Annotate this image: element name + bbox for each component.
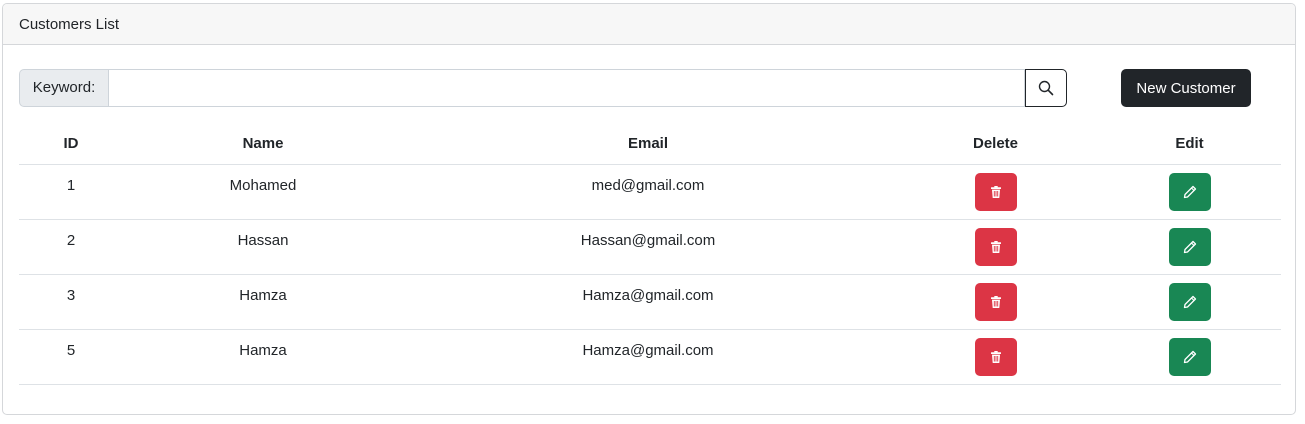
cell-id: 1 (19, 164, 123, 220)
col-header-delete: Delete (893, 124, 1098, 165)
table-row: 3 Hamza Hamza@gmail.com (19, 274, 1281, 330)
search-form: Keyword: (19, 69, 1067, 107)
edit-button[interactable] (1168, 172, 1211, 211)
cell-email: Hassan@gmail.com (403, 219, 893, 275)
cell-name: Hamza (123, 329, 403, 385)
search-icon (1038, 80, 1054, 96)
trash-icon (990, 295, 1001, 308)
col-header-email: Email (403, 124, 893, 165)
pencil-icon (1183, 185, 1196, 198)
delete-button[interactable] (974, 227, 1017, 266)
edit-button[interactable] (1168, 227, 1211, 266)
new-customer-button[interactable]: New Customer (1121, 69, 1251, 107)
cell-name: Hassan (123, 219, 403, 275)
customers-card: Customers List Keyword: New Customer ID … (2, 3, 1296, 415)
cell-email: med@gmail.com (403, 164, 893, 220)
search-button[interactable] (1025, 69, 1067, 107)
table-row: 1 Mohamed med@gmail.com (19, 164, 1281, 220)
col-header-edit: Edit (1098, 124, 1281, 165)
delete-button[interactable] (974, 337, 1017, 376)
trash-icon (990, 240, 1001, 253)
table-row: 5 Hamza Hamza@gmail.com (19, 329, 1281, 385)
table-row: 2 Hassan Hassan@gmail.com (19, 219, 1281, 275)
cell-id: 2 (19, 219, 123, 275)
delete-button[interactable] (974, 282, 1017, 321)
keyword-input[interactable] (108, 69, 1025, 107)
customers-table: ID Name Email Delete Edit 1 Mohamed med@… (19, 124, 1281, 385)
cell-name: Hamza (123, 274, 403, 330)
table-header-row: ID Name Email Delete Edit (19, 124, 1281, 165)
cell-name: Mohamed (123, 164, 403, 220)
trash-icon (990, 185, 1001, 198)
pencil-icon (1183, 350, 1196, 363)
edit-button[interactable] (1168, 337, 1211, 376)
cell-email: Hamza@gmail.com (403, 274, 893, 330)
col-header-id: ID (19, 124, 123, 165)
cell-id: 5 (19, 329, 123, 385)
col-header-name: Name (123, 124, 403, 165)
cell-email: Hamza@gmail.com (403, 329, 893, 385)
edit-button[interactable] (1168, 282, 1211, 321)
pencil-icon (1183, 240, 1196, 253)
delete-button[interactable] (974, 172, 1017, 211)
card-header-title: Customers List (3, 4, 1295, 45)
pencil-icon (1183, 295, 1196, 308)
keyword-label: Keyword: (19, 69, 108, 107)
cell-id: 3 (19, 274, 123, 330)
trash-icon (990, 350, 1001, 363)
